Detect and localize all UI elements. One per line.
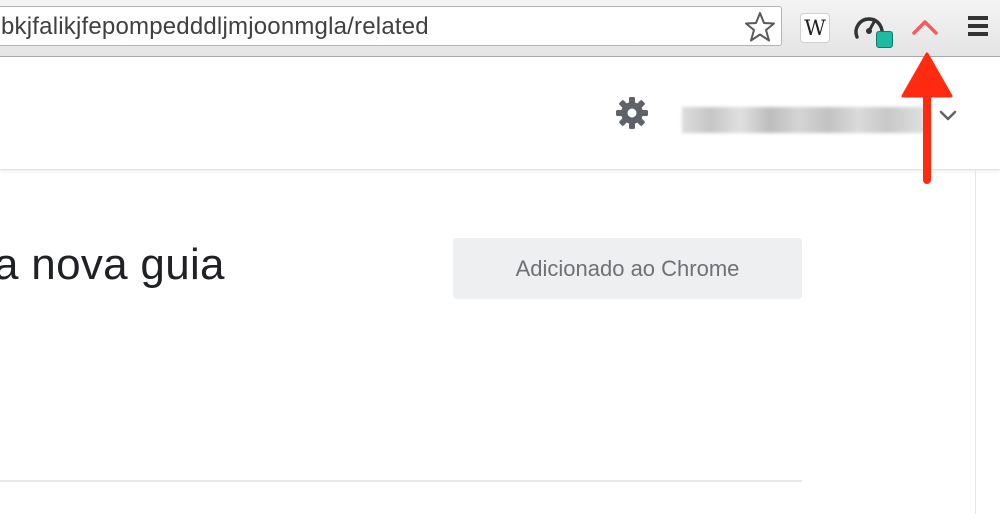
gauge-badge <box>876 31 893 48</box>
wikipedia-extension-icon[interactable]: W <box>800 13 830 43</box>
account-name-pixelated[interactable] <box>682 107 926 133</box>
added-to-chrome-button[interactable]: Adicionado ao Chrome <box>453 238 802 299</box>
speed-gauge-icon[interactable] <box>852 11 896 53</box>
extension-title: a nova guia <box>0 240 225 289</box>
star-icon[interactable] <box>744 11 776 43</box>
red-annotation-arrow-icon <box>901 52 953 184</box>
hamburger-menu-icon[interactable] <box>968 16 990 36</box>
section-divider <box>0 480 802 482</box>
browser-toolbar: bkjfalikjfepompedddljmjoonmgla/related W <box>0 0 1000 57</box>
content-right-border <box>975 170 976 514</box>
url-text[interactable]: bkjfalikjfepompedddljmjoonmgla/related <box>1 13 429 41</box>
address-bar[interactable]: bkjfalikjfepompedddljmjoonmgla/related <box>0 6 782 46</box>
red-arrow-extension-icon[interactable] <box>910 16 940 38</box>
store-header <box>0 57 1000 170</box>
gear-icon[interactable] <box>614 95 650 131</box>
